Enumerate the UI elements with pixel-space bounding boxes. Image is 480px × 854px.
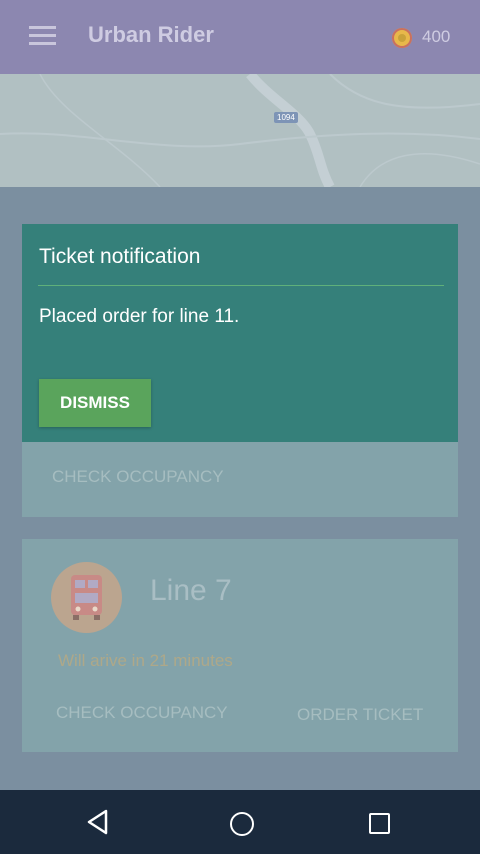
dialog-divider: [38, 285, 444, 286]
bus-icon: [51, 562, 122, 633]
dialog-title: Ticket notification: [39, 245, 201, 268]
check-occupancy-button[interactable]: CHECK OCCUPANCY: [52, 467, 224, 487]
arrival-time: Will arive in 21 minutes: [58, 651, 233, 670]
check-occupancy-button[interactable]: CHECK OCCUPANCY: [56, 703, 228, 723]
map-roads: [0, 74, 480, 187]
home-icon[interactable]: [230, 812, 254, 836]
order-ticket-button[interactable]: ORDER TICKET: [297, 705, 423, 725]
dialog-message: Placed order for line 11.: [39, 306, 240, 327]
menu-icon[interactable]: [29, 26, 56, 46]
coin-icon: [392, 28, 412, 48]
map-view[interactable]: [0, 74, 480, 187]
back-icon[interactable]: [84, 808, 110, 836]
line-name: Line 7: [150, 574, 232, 607]
road-number-label: 1094: [274, 112, 298, 123]
app-title: Urban Rider: [88, 22, 214, 47]
recents-icon[interactable]: [369, 813, 390, 834]
dismiss-button[interactable]: DISMISS: [39, 379, 151, 427]
coin-balance: 400: [422, 27, 451, 46]
